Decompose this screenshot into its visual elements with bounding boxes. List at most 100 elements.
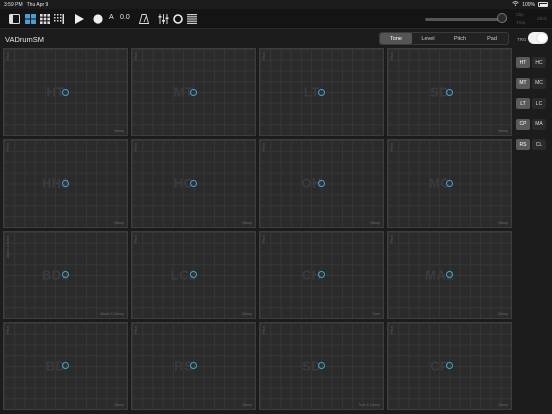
xy-pad[interactable]: Pitch SD Tone & Decay: [259, 321, 384, 410]
xy-handle[interactable]: [190, 179, 197, 187]
xy-pad[interactable]: Pitch MC Decay: [387, 139, 512, 228]
pad-x-label: Decay: [242, 220, 252, 225]
xy-pad[interactable]: Pitch MA2 Decay: [387, 230, 512, 319]
pad-x-label: Decay: [498, 129, 508, 134]
battery-icon: [538, 2, 548, 7]
sidebar-toggle-icon[interactable]: [9, 13, 20, 24]
pad-select-cl[interactable]: CL: [532, 139, 546, 150]
pad-y-label: Pitch: [134, 234, 138, 243]
pad-name: HH2: [41, 175, 70, 191]
parameter-tabs: Tone Level Pitch Pad: [379, 32, 509, 45]
xy-pad[interactable]: Pitch CH Tone: [259, 230, 384, 319]
pad-y-label: Pitch: [262, 234, 266, 243]
pad-name: HT: [46, 84, 65, 100]
status-date: Thu Apr 9: [26, 1, 49, 8]
wifi-icon: [512, 1, 519, 8]
status-bar: 3:59 PM Thu Apr 9 100%: [0, 0, 552, 9]
xy-handle[interactable]: [446, 179, 453, 187]
xy-pad[interactable]: Pitch CP Decay: [387, 321, 512, 410]
xy-pad[interactable]: Pitch HH2 Decay: [3, 139, 128, 228]
pad-name: LC2: [170, 267, 197, 283]
toolbar: A 0.0 Clip Tmp Click: [0, 9, 552, 29]
pad-x-label: Tone & Decay: [358, 403, 380, 407]
automation-label[interactable]: A: [109, 14, 114, 21]
pad-select-rs[interactable]: RS: [516, 139, 530, 150]
pad-select-hc[interactable]: HC: [532, 57, 546, 68]
play-icon[interactable]: [75, 13, 84, 24]
xy-pad[interactable]: Attack & Noise BD2 Attack & Decay: [3, 230, 128, 319]
pad-y-label: Pitch: [262, 143, 266, 152]
xy-handle[interactable]: [446, 88, 453, 96]
xy-pad[interactable]: Pitch RS Decay: [131, 321, 256, 410]
trg-toggle[interactable]: [528, 32, 548, 44]
pad-x-label: Decay: [498, 220, 508, 225]
pad-y-label: Pitch: [390, 325, 394, 334]
sequencer-icon[interactable]: [54, 13, 64, 24]
xy-handle[interactable]: [318, 179, 325, 187]
pad-x-label: Decay: [114, 220, 124, 225]
pad-name: CP: [430, 358, 450, 374]
xy-pad[interactable]: Pitch OH Decay: [259, 139, 384, 228]
pad-view-icon[interactable]: [25, 13, 36, 24]
pad-name: MT: [173, 84, 194, 100]
clip-label: Clip: [516, 12, 524, 17]
pad-select-lt[interactable]: LT: [516, 98, 530, 109]
xy-pad[interactable]: Pitch BD Decay: [3, 321, 128, 410]
xy-handle[interactable]: [318, 88, 325, 96]
pad-select-ma[interactable]: MA: [532, 118, 546, 130]
pad-x-label: Decay: [114, 403, 124, 407]
pad-name: OH: [301, 175, 322, 191]
pad-select-cp[interactable]: CP: [516, 118, 530, 130]
settings-circle-icon[interactable]: [173, 13, 183, 24]
click-label: Click: [537, 16, 547, 21]
xy-handle[interactable]: [62, 179, 69, 187]
grid-view-icon[interactable]: [40, 13, 50, 24]
mixer-icon[interactable]: [158, 13, 169, 24]
pad-name: MC: [429, 175, 451, 191]
tab-pitch[interactable]: Pitch: [444, 33, 476, 44]
xy-pad[interactable]: Pitch SD Decay: [387, 48, 512, 137]
pad-select-ht[interactable]: HT: [516, 57, 530, 68]
pad-name: CH: [301, 267, 322, 283]
pad-x-label: Tone: [372, 311, 380, 316]
xy-pad[interactable]: Pitch HC Decay: [131, 139, 256, 228]
pad-name: LT: [303, 84, 320, 100]
xy-pad[interactable]: Pitch MT: [131, 48, 256, 137]
xy-handle[interactable]: [190, 88, 197, 96]
pad-y-label: Pitch: [6, 325, 10, 334]
trg-toggle-knob: [537, 33, 547, 43]
tab-tone[interactable]: Tone: [380, 33, 412, 44]
pad-name: BD: [45, 358, 66, 374]
keyboard-icon[interactable]: [187, 13, 197, 24]
pad-x-label: Decay: [498, 403, 508, 407]
pad-x-label: Decay: [498, 311, 508, 316]
pad-y-label: Pitch: [134, 52, 138, 60]
pad-y-label: Pitch: [390, 234, 394, 243]
record-icon[interactable]: [93, 13, 103, 24]
pad-y-label: Attack & Noise: [6, 234, 10, 258]
xy-pad[interactable]: Pitch LT: [259, 48, 384, 137]
pad-x-label: Decay: [242, 311, 252, 316]
tab-pad[interactable]: Pad: [476, 33, 508, 44]
pad-select-mt[interactable]: MT: [516, 77, 530, 89]
pad-select-mc[interactable]: MC: [532, 77, 546, 89]
pad-x-label: Decay: [114, 129, 124, 134]
xy-pad[interactable]: Pitch HT Decay: [3, 48, 128, 137]
xy-pad[interactable]: Pitch LC2 Decay: [131, 230, 256, 319]
pad-name: HC: [173, 175, 194, 191]
xy-handle[interactable]: [62, 88, 69, 96]
status-time: 3:59 PM: [4, 1, 23, 8]
tempo-slider[interactable]: [425, 18, 507, 21]
pad-x-label: Attack & Decay: [100, 311, 124, 316]
tab-level[interactable]: Level: [412, 33, 444, 44]
tempo-slider-knob[interactable]: [497, 13, 507, 23]
pad-name: SD: [302, 358, 322, 374]
pad-y-label: Pitch: [6, 52, 10, 60]
tempo-label: Tmp: [516, 20, 525, 25]
pad-y-label: Pitch: [262, 52, 266, 60]
pad-y-label: Pitch: [134, 325, 138, 334]
metronome-icon[interactable]: [139, 13, 149, 24]
pad-select-lc[interactable]: LC: [532, 98, 546, 109]
pad-y-label: Pitch: [262, 325, 266, 334]
status-right: 100%: [512, 1, 548, 8]
